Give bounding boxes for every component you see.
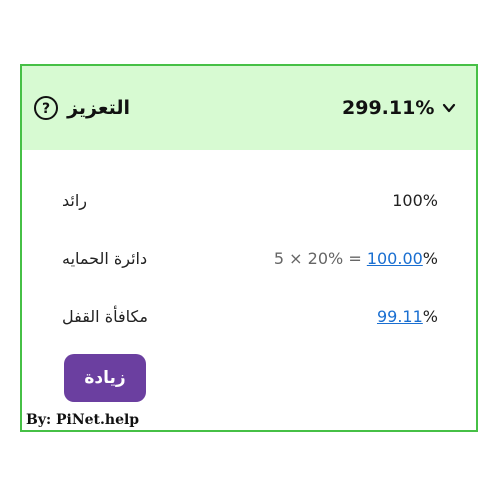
- boost-total-value: 299.11%: [342, 97, 435, 119]
- boost-header[interactable]: 299.11% التعزيز ?: [22, 66, 476, 150]
- boost-title: التعزيز: [67, 97, 130, 119]
- lockup-reward-suffix: %: [422, 306, 438, 326]
- boost-title-group: التعزيز ?: [33, 93, 130, 123]
- security-circle-formula: 5 × 20% =: [273, 248, 367, 268]
- row-security-circle-value: 5 × 20% = 100.00%: [274, 249, 438, 268]
- boost-card: 299.11% التعزيز ? رائد 100% دائرة الحماي…: [20, 64, 478, 432]
- question-circle-icon[interactable]: ?: [33, 95, 59, 121]
- increase-button[interactable]: زيادة: [64, 354, 146, 402]
- watermark: By: PiNet.help: [26, 412, 140, 428]
- row-pioneer-value: 100%: [392, 190, 438, 210]
- row-lockup-reward-label: مكافأة القفل: [62, 306, 148, 326]
- row-security-circle: دائرة الحمايه 5 × 20% = 100.00%: [62, 246, 438, 270]
- security-circle-suffix: %: [422, 248, 438, 268]
- chevron-down-icon[interactable]: [442, 101, 456, 115]
- row-lockup-reward: مكافأة القفل 99.11%: [62, 304, 438, 328]
- security-circle-link[interactable]: 100.00: [367, 249, 423, 268]
- lockup-reward-link[interactable]: 99.11: [377, 307, 423, 326]
- row-security-circle-label: دائرة الحمايه: [62, 248, 148, 268]
- row-pioneer-label: رائد: [62, 190, 88, 210]
- svg-text:?: ?: [42, 101, 50, 117]
- row-pioneer: رائد 100%: [62, 188, 438, 212]
- boost-total[interactable]: 299.11%: [342, 93, 456, 123]
- row-lockup-reward-value: 99.11%: [377, 307, 438, 326]
